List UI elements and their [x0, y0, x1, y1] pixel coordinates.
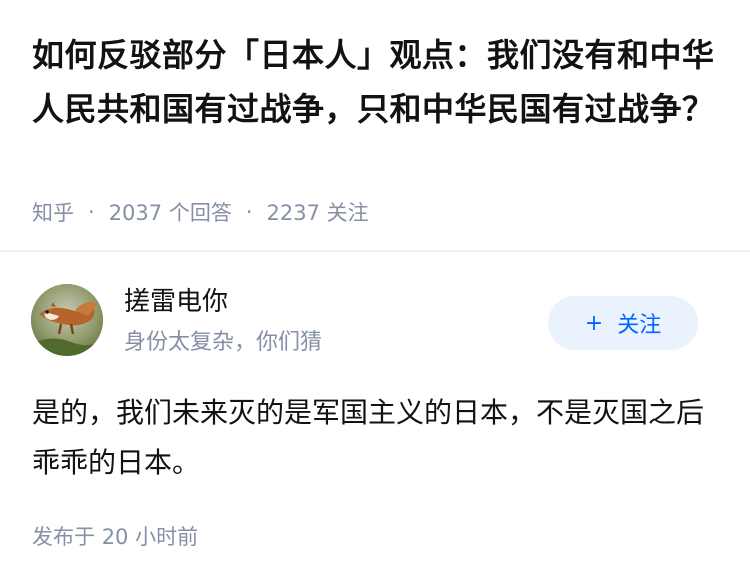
answers-count-value: 2037: [108, 201, 163, 225]
followers-count[interactable]: 2237 关注: [267, 197, 369, 227]
plus-icon: +: [584, 310, 604, 336]
squirrel-avatar-icon: [31, 284, 103, 356]
author-name[interactable]: 搓雷电你: [124, 284, 228, 320]
answer-time-prefix: 发布于: [32, 525, 95, 549]
avatar[interactable]: [31, 284, 103, 356]
meta-separator: ·: [245, 200, 253, 224]
question-title[interactable]: 如何反驳部分「日本人」观点：我们没有和中华人民共和国有过战争，只和中华民国有过战…: [32, 28, 732, 136]
author-row: 搓雷电你 身份太复杂，你们猜 + 关注: [0, 252, 750, 382]
answer-content[interactable]: 是的，我们未来灭的是军国主义的日本，不是灭国之后乖乖的日本。: [32, 388, 722, 488]
question-meta: 知乎 · 2037 个回答 · 2237 关注: [32, 194, 369, 230]
answers-count[interactable]: 2037 个回答: [109, 197, 232, 227]
answers-count-label: 个回答: [168, 201, 232, 225]
follow-button[interactable]: + 关注: [548, 296, 698, 350]
answer-time: 发布于 20 小时前: [32, 520, 198, 554]
followers-count-value: 2237: [266, 201, 320, 225]
question-header: 如何反驳部分「日本人」观点：我们没有和中华人民共和国有过战争，只和中华民国有过战…: [0, 0, 750, 250]
meta-separator: ·: [88, 200, 95, 224]
source-label[interactable]: 知乎: [32, 197, 74, 227]
followers-count-label: 关注: [326, 201, 369, 225]
author-bio: 身份太复杂，你们猜: [124, 330, 323, 355]
answer-time-value: 20 小时前: [101, 525, 199, 549]
follow-button-label: 关注: [617, 313, 662, 338]
